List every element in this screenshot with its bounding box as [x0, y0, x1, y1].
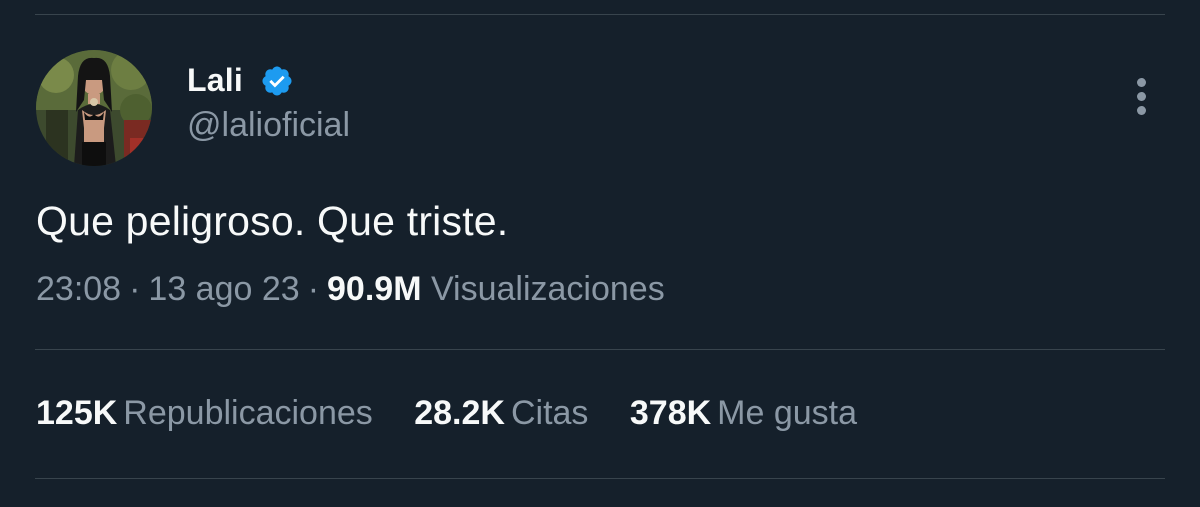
meta-separator: · — [307, 270, 320, 308]
meta-separator: · — [129, 270, 141, 308]
tweet-date[interactable]: 13 ago 23 — [148, 270, 299, 308]
views-count: 90.9M — [327, 270, 422, 308]
stat-count: 378K — [629, 394, 712, 432]
divider — [35, 349, 1165, 350]
display-name[interactable]: Lali — [187, 62, 243, 99]
stat-count: 125K — [36, 394, 118, 432]
tweet-time[interactable]: 23:08 — [36, 270, 121, 308]
stat-label: Me gusta — [717, 394, 858, 432]
more-vertical-icon — [1137, 78, 1146, 87]
stat-count: 28.2K — [414, 394, 505, 432]
avatar-image — [36, 50, 152, 166]
stat-label: Citas — [510, 394, 589, 432]
divider — [35, 478, 1165, 479]
more-options-button[interactable] — [1128, 76, 1156, 118]
tweet-detail: Lali @lalioficial Que peligroso. Que tri… — [0, 0, 1200, 507]
top-divider — [35, 14, 1165, 15]
more-dot — [1137, 106, 1146, 115]
engagement-stats: 125K Republicaciones 28.2K Citas 378K Me gu… — [36, 394, 889, 433]
tweet-meta: 23:08 · 13 ago 23 · 90.9M Visualizaciones — [36, 270, 665, 309]
verified-badge-icon — [262, 66, 292, 96]
tweet-text: Que peligroso. Que triste. — [36, 198, 509, 244]
stat-likes[interactable]: 378K Me gusta — [630, 394, 857, 433]
avatar[interactable] — [36, 50, 152, 166]
views-label: Visualizaciones — [430, 270, 665, 308]
handle[interactable]: @lalioficial — [187, 106, 350, 145]
stat-quotes[interactable]: 28.2K Citas — [414, 394, 588, 433]
stat-label: Republicaciones — [123, 394, 373, 432]
more-dot — [1137, 92, 1146, 101]
stat-reposts[interactable]: 125K Republicaciones — [36, 394, 373, 433]
